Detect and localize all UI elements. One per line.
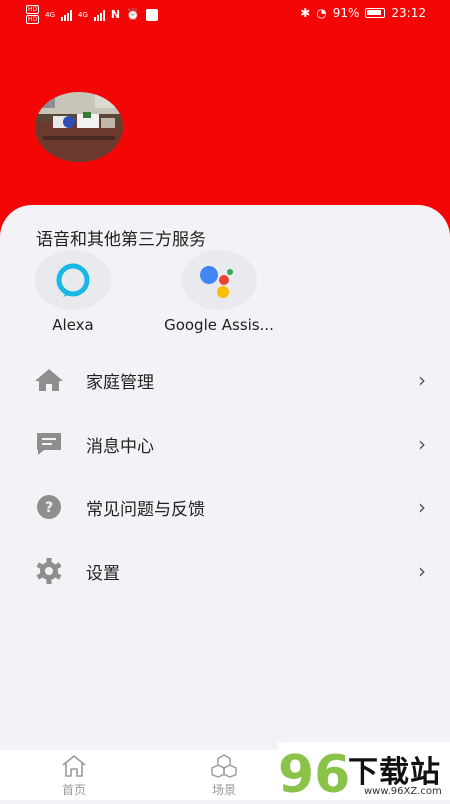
- service-alexa[interactable]: Alexa: [3, 250, 143, 334]
- sim-indicators: HD HD: [26, 5, 40, 24]
- menu-home-management[interactable]: 家庭管理 ›: [0, 350, 450, 410]
- battery-percent: 91%: [332, 6, 360, 20]
- chevron-right-icon: ›: [418, 495, 426, 519]
- home-icon: [34, 367, 64, 393]
- menu-faq-feedback[interactable]: ? 常见问题与反馈 ›: [0, 477, 450, 537]
- nav-label: 场景: [211, 783, 236, 797]
- speed-icon: ◔: [316, 6, 327, 20]
- signal-icon-2: [93, 9, 105, 21]
- nfc-icon: N: [110, 8, 121, 21]
- network-type-1: 4G: [45, 10, 56, 19]
- nav-label: 首页: [61, 783, 86, 797]
- menu-label: 家庭管理: [86, 373, 154, 393]
- gear-icon: [34, 558, 64, 584]
- signal-icon: [61, 9, 73, 21]
- chevron-right-icon: ›: [418, 432, 426, 456]
- clock: 23:12: [391, 6, 426, 20]
- message-icon: [34, 431, 64, 457]
- watermark-logo: 96: [278, 745, 350, 804]
- section-title: 语音和其他第三方服务: [36, 230, 206, 250]
- help-icon: ?: [34, 494, 64, 520]
- watermark: 96 下载站 www.96XZ.com: [278, 742, 450, 804]
- home-outline-icon: [62, 755, 86, 777]
- avatar[interactable]: [35, 92, 123, 162]
- network-type-2: 4G: [78, 10, 88, 19]
- menu-label: 设置: [86, 564, 120, 584]
- nav-home[interactable]: 首页: [44, 754, 104, 798]
- status-bar: HD HD 4G 4G N ⏰ ✱ ◔ 91% 23:12: [0, 0, 450, 28]
- sim1-badge: HD: [26, 5, 40, 14]
- app-notification-icon: [145, 8, 158, 21]
- menu-settings[interactable]: 设置 ›: [0, 541, 450, 601]
- menu-label: 常见问题与反馈: [86, 500, 205, 520]
- chevron-right-icon: ›: [418, 559, 426, 583]
- menu-message-center[interactable]: 消息中心 ›: [0, 414, 450, 474]
- service-label: Google Assis...: [164, 316, 274, 334]
- nav-scene[interactable]: 场景: [194, 754, 254, 798]
- chevron-right-icon: ›: [418, 368, 426, 392]
- service-google-assistant[interactable]: Google Assis...: [149, 250, 289, 334]
- svg-text:96: 96: [278, 745, 350, 800]
- scene-icon: [211, 754, 237, 778]
- service-label: Alexa: [52, 316, 94, 334]
- alarm-icon: ⏰: [126, 8, 140, 21]
- battery-icon: [365, 8, 386, 18]
- bluetooth-icon: ✱: [300, 6, 311, 20]
- watermark-text: 下载站: [348, 755, 441, 790]
- google-assistant-icon: [181, 250, 257, 310]
- sim2-badge: HD: [26, 15, 40, 24]
- menu-label: 消息中心: [86, 437, 154, 457]
- svg-text:?: ?: [45, 500, 53, 516]
- watermark-url: www.96XZ.com: [364, 786, 442, 797]
- alexa-icon: [35, 250, 111, 310]
